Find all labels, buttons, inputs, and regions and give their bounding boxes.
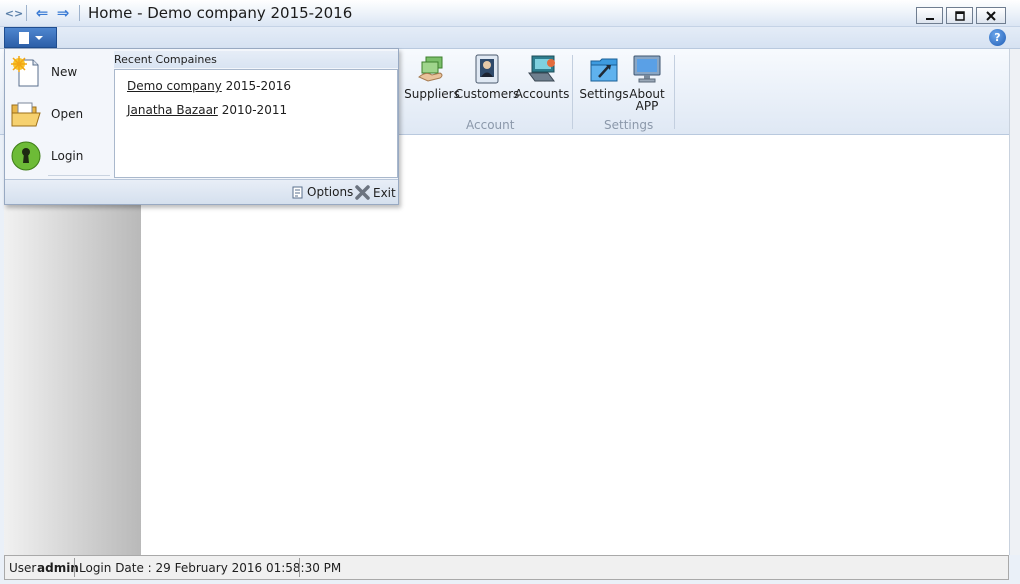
options-icon xyxy=(292,186,303,198)
menu-divider xyxy=(48,175,110,176)
close-icon xyxy=(986,10,996,21)
login-date: Login Date : 29 February 2016 01:58:30 P… xyxy=(79,561,342,575)
maximize-icon xyxy=(954,10,965,21)
help-icon[interactable]: ? xyxy=(989,29,1006,46)
exit-label: Exit xyxy=(373,185,396,200)
minimize-icon xyxy=(925,17,934,20)
close-button[interactable] xyxy=(976,7,1006,24)
options-button[interactable]: Options xyxy=(292,185,353,199)
exit-button[interactable]: Exit xyxy=(355,185,396,200)
open-folder-icon xyxy=(11,102,41,127)
recent-companies-list: Demo company 2015-2016 Janatha Bazaar 20… xyxy=(114,69,398,178)
suppliers-label: Suppliers xyxy=(404,87,460,101)
quick-access-separator xyxy=(79,5,80,21)
accounts-icon xyxy=(528,55,555,82)
application-menu-button[interactable] xyxy=(4,27,57,48)
accounts-button[interactable]: Accounts xyxy=(514,53,570,101)
recent-company-period: 2015-2016 xyxy=(225,79,292,93)
menu-item-open[interactable]: Open xyxy=(5,95,111,133)
menu-item-new[interactable]: New xyxy=(5,53,111,91)
status-separator xyxy=(299,558,300,577)
customers-label: Customers xyxy=(454,87,520,101)
login-keyhole-icon xyxy=(11,141,41,171)
recent-company-name[interactable]: Demo company xyxy=(127,79,222,93)
recent-company-item[interactable]: Demo company 2015-2016 xyxy=(127,79,291,93)
user-label: User xyxy=(9,561,37,575)
recent-company-name[interactable]: Janatha Bazaar xyxy=(127,103,218,117)
suppliers-button[interactable]: Suppliers xyxy=(404,53,460,101)
application-menu-popup: New Open Login Recent Compaines Demo com… xyxy=(4,48,399,205)
recent-company-item[interactable]: Janatha Bazaar 2010-2011 xyxy=(127,103,287,117)
suppliers-icon xyxy=(418,56,443,82)
forward-arrow-icon[interactable]: ⇒ xyxy=(55,5,71,21)
status-bar: User admin Login Date : 29 February 2016… xyxy=(4,555,1009,580)
user-name: admin xyxy=(37,561,79,575)
quick-access-separator xyxy=(26,5,27,21)
document-icon xyxy=(18,31,29,44)
recent-company-period: 2010-2011 xyxy=(221,103,288,117)
about-app-button[interactable]: About APP xyxy=(628,53,666,112)
ribbon-tab-strip: ? xyxy=(0,27,1020,49)
minimize-button[interactable] xyxy=(916,7,943,24)
title-bar: <> ⇐ ⇒ Home - Demo company 2015-2016 xyxy=(0,0,1020,27)
recent-companies-header: Recent Compaines xyxy=(114,51,398,68)
about-icon xyxy=(633,55,661,83)
window-title: Home - Demo company 2015-2016 xyxy=(88,4,353,22)
maximize-button[interactable] xyxy=(946,7,973,24)
new-document-icon xyxy=(11,56,39,87)
settings-button[interactable]: Settings xyxy=(579,53,629,101)
settings-label: Settings xyxy=(579,87,629,101)
group-separator xyxy=(572,55,573,129)
about-app-label: About APP xyxy=(629,87,665,113)
accounts-label: Accounts xyxy=(514,87,570,101)
status-separator xyxy=(74,558,75,577)
settings-group-label: Settings xyxy=(604,118,654,132)
right-scroll-rail[interactable] xyxy=(1009,49,1020,555)
options-label: Options xyxy=(307,185,354,199)
customers-button[interactable]: Customers xyxy=(455,53,519,100)
settings-icon xyxy=(590,58,618,82)
application-menu-footer: Options Exit xyxy=(5,179,398,204)
dropdown-arrow-icon xyxy=(34,35,43,40)
menu-item-login[interactable]: Login xyxy=(5,137,111,175)
back-arrow-icon[interactable]: ⇐ xyxy=(34,5,50,21)
menu-item-new-label: New xyxy=(51,65,78,79)
exit-icon xyxy=(355,185,370,200)
group-separator xyxy=(674,55,675,129)
app-eye-icon[interactable]: <> xyxy=(5,5,23,21)
application-window: <> ⇐ ⇒ Home - Demo company 2015-2016 ? S… xyxy=(0,0,1020,584)
account-group-label: Account xyxy=(466,118,515,132)
customers-icon xyxy=(475,54,499,84)
menu-item-login-label: Login xyxy=(51,149,84,163)
menu-item-open-label: Open xyxy=(51,107,84,121)
